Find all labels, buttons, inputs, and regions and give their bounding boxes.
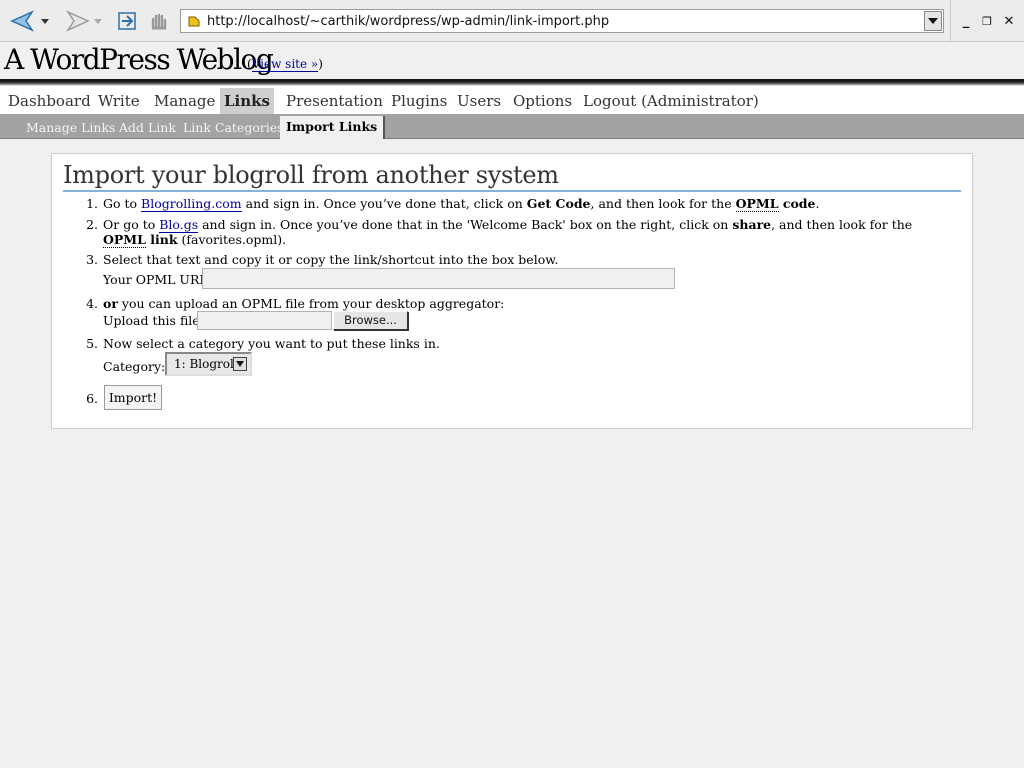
opml-url-input[interactable]	[202, 268, 675, 289]
text-segment: Or go to	[103, 217, 160, 232]
code-label: code	[778, 196, 816, 211]
opml-abbr: OPML	[735, 196, 779, 212]
main-menu: Dashboard Write Manage Links Presentatio…	[0, 86, 1024, 114]
text-segment: Go to	[103, 196, 142, 211]
upload-file-label: Upload this file:	[103, 313, 204, 328]
step-number: 4.	[86, 296, 98, 311]
menu-item-dashboard[interactable]: Dashboard	[4, 88, 95, 114]
page-icon	[188, 16, 200, 27]
wp-header: A WordPress Weblog (View site »)	[0, 42, 1024, 79]
step-text: Go to Blogrolling.com and sign in. Once …	[103, 196, 933, 212]
view-site-link[interactable]: View site »	[251, 57, 319, 72]
view-site-open-paren: (	[247, 57, 252, 71]
view-site-wrapper: (View site »)	[247, 57, 323, 72]
back-icon	[10, 10, 49, 32]
category-selected-value: 1: Blogroll	[174, 357, 238, 371]
opml-url-label: Your OPML URL:	[103, 272, 212, 287]
text-segment: you can upload an OPML file from your de…	[117, 296, 505, 311]
category-select[interactable]: 1: Blogroll	[165, 352, 252, 376]
chevron-down-icon	[928, 18, 938, 24]
blogs-link[interactable]: Blo.gs	[159, 217, 199, 233]
step-text: or you can upload an OPML file from your…	[103, 296, 933, 311]
sub-menu: Manage Links Add Link Link Categories Im…	[0, 114, 1024, 139]
view-site-close-paren: )	[318, 57, 323, 71]
text-segment: , and then look for the	[771, 217, 913, 232]
step-text: Or go to Blo.gs and sign in. Once you’ve…	[103, 217, 933, 248]
sub-item-add-link[interactable]: Add Link	[119, 117, 176, 139]
step-text: Select that text and copy it or copy the…	[103, 252, 559, 267]
browse-button[interactable]: Browse...	[333, 311, 408, 330]
forward-button[interactable]	[64, 8, 106, 34]
step-text: Now select a category you want to put th…	[103, 336, 440, 351]
menu-item-manage[interactable]: Manage	[150, 88, 219, 114]
content-panel: Import your blogroll from another system…	[51, 153, 973, 429]
stop-button[interactable]	[146, 8, 172, 34]
get-code-label: Get Code	[526, 196, 591, 211]
sub-item-manage-links[interactable]: Manage Links	[26, 117, 115, 139]
import-button[interactable]: Import!	[104, 385, 162, 410]
sub-item-import-links[interactable]: Import Links	[280, 116, 386, 139]
menu-item-presentation[interactable]: Presentation	[282, 88, 387, 114]
link-label: link	[145, 232, 178, 247]
restore-button[interactable]: ❐	[979, 13, 995, 29]
menu-item-links[interactable]: Links	[220, 88, 274, 114]
sub-item-link-categories[interactable]: Link Categories	[183, 117, 284, 139]
step-number: 2.	[86, 217, 98, 232]
text-segment: .	[815, 196, 820, 211]
browser-toolbar: http://localhost/~carthik/wordpress/wp-a…	[0, 0, 1024, 42]
blogrolling-link[interactable]: Blogrolling.com	[141, 196, 242, 212]
blog-title: A WordPress Weblog	[4, 43, 274, 76]
text-segment: and sign in. Once you’ve done that in th…	[198, 217, 733, 232]
text-segment: and sign in. Once you’ve done that, clic…	[241, 196, 527, 211]
step-number: 6.	[86, 391, 98, 406]
close-button[interactable]: ✕	[1001, 13, 1017, 29]
reload-icon	[118, 12, 136, 30]
text-segment: , and then look for the	[590, 196, 736, 211]
menu-item-options[interactable]: Options	[509, 88, 576, 114]
minimize-button[interactable]: _	[958, 13, 974, 29]
upload-file-input[interactable]	[197, 311, 332, 330]
window-controls: _ ❐ ✕	[950, 0, 1024, 42]
stop-icon	[151, 13, 167, 30]
header-divider	[0, 79, 1024, 86]
reload-button[interactable]	[114, 8, 140, 34]
step-number: 1.	[86, 196, 98, 211]
forward-icon	[65, 10, 102, 32]
menu-item-logout[interactable]: Logout (Administrator)	[579, 88, 763, 114]
text-segment: (favorites.opml).	[177, 232, 287, 247]
chevron-down-icon	[236, 361, 244, 367]
url-text: http://localhost/~carthik/wordpress/wp-a…	[207, 13, 610, 29]
share-label: share	[732, 217, 772, 232]
opml-abbr: OPML	[103, 232, 146, 248]
back-button[interactable]	[8, 8, 52, 34]
menu-item-users[interactable]: Users	[453, 88, 505, 114]
step-number: 5.	[86, 336, 98, 351]
category-label: Category:	[103, 359, 166, 374]
category-dropdown-button[interactable]	[233, 357, 247, 371]
menu-item-write[interactable]: Write	[94, 88, 144, 114]
page-title: Import your blogroll from another system	[63, 160, 961, 192]
address-bar[interactable]: http://localhost/~carthik/wordpress/wp-a…	[180, 9, 944, 33]
menu-item-plugins[interactable]: Plugins	[387, 88, 451, 114]
url-dropdown-button[interactable]	[924, 11, 942, 31]
step-number: 3.	[86, 252, 98, 267]
or-label: or	[103, 296, 118, 311]
